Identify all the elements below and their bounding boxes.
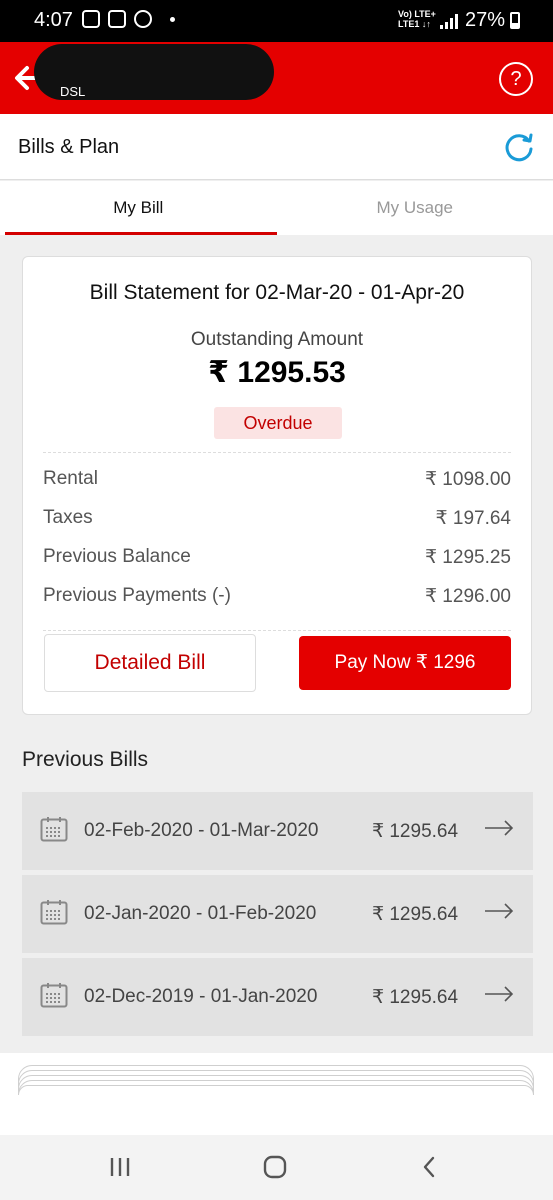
previous-bill-item[interactable]: 02-Jan-2020 - 01-Feb-2020 ₹ 1295.64 [22,875,533,953]
more-notifications-dot-icon [170,16,175,22]
previous-bill-item[interactable]: 02-Dec-2019 - 01-Jan-2020 ₹ 1295.64 [22,958,533,1036]
bill-statement-card: Bill Statement for 02-Mar-20 - 01-Apr-20… [22,256,532,715]
previous-bill-item[interactable]: 02-Feb-2020 - 01-Mar-2020 ₹ 1295.64 [22,792,533,870]
bill-row-label: Previous Balance [43,546,191,567]
previous-bill-dates: 02-Dec-2019 - 01-Jan-2020 [84,986,318,1007]
statement-title: Bill Statement for 02-Mar-20 - 01-Apr-20 [89,281,465,304]
arrow-right-icon [485,986,514,1002]
bill-row-previous-balance: Previous Balance ₹ 1295.25 [43,546,511,576]
outstanding-amount: ₹ 1295.53 [208,356,346,389]
refresh-icon[interactable] [502,130,536,164]
account-subtitle: DSL [60,84,86,99]
arrow-right-icon [485,903,514,919]
bill-row-label: Taxes [43,507,93,528]
bill-tabs: My Bill My Usage [0,181,553,235]
status-bar: 4:07 Vo) LTE+ LTE1 ↓↑ 27% [0,0,553,42]
previous-bill-amount: ₹ 1295.64 [372,987,459,1008]
divider [43,630,511,631]
network-indicator: Vo) LTE+ LTE1 ↓↑ [398,9,436,29]
app-notification-icon [134,10,152,28]
battery-icon [510,12,520,29]
twitch-notification-icon [82,10,100,28]
bill-row-label: Rental [43,468,98,489]
battery-percentage: 27% [465,9,506,31]
bill-row-value: ₹ 1296.00 [424,586,511,607]
bottom-sheet-mask [0,1095,553,1135]
section-header: Bills & Plan [0,114,553,180]
arrow-right-icon [485,820,514,836]
calendar-icon [40,900,68,925]
outstanding-label: Outstanding Amount [190,329,364,350]
previous-bill-amount: ₹ 1295.64 [372,821,459,842]
network-top-label: Vo) LTE+ [398,9,436,19]
instagram-notification-icon [108,10,126,28]
status-time: 4:07 [34,9,73,31]
calendar-icon [40,983,68,1008]
bill-row-value: ₹ 197.64 [435,508,511,529]
tab-my-bill[interactable]: My Bill [0,181,277,235]
signal-strength-icon [440,13,458,29]
previous-bill-dates: 02-Feb-2020 - 01-Mar-2020 [84,820,319,841]
bill-row-value: ₹ 1295.25 [424,547,511,568]
app-header: DSL ? [0,42,553,114]
status-badge: Overdue [214,407,342,439]
calendar-icon [40,817,68,842]
system-navigation-bar [0,1135,553,1200]
bill-row-rental: Rental ₹ 1098.00 [43,468,511,498]
section-title: Bills & Plan [18,136,120,158]
recent-apps-icon[interactable] [106,1155,134,1179]
pay-now-button[interactable]: Pay Now ₹ 1296 [299,636,511,690]
bill-row-taxes: Taxes ₹ 197.64 [43,507,511,537]
help-icon[interactable]: ? [499,62,533,96]
previous-bills-title: Previous Bills [22,748,149,771]
bill-row-value: ₹ 1098.00 [424,469,511,490]
previous-bill-amount: ₹ 1295.64 [372,904,459,925]
network-bottom-label: LTE1 ↓↑ [398,19,431,29]
divider [43,452,511,453]
previous-bill-dates: 02-Jan-2020 - 01-Feb-2020 [84,903,317,924]
back-nav-icon[interactable] [416,1155,444,1179]
bill-row-label: Previous Payments (-) [43,585,231,606]
detailed-bill-button[interactable]: Detailed Bill [44,634,256,692]
home-icon[interactable] [261,1155,289,1179]
bottom-sheet-area [0,1053,553,1135]
status-notification-icons [82,10,175,28]
tab-my-usage[interactable]: My Usage [277,181,553,235]
bill-row-previous-payments: Previous Payments (-) ₹ 1296.00 [43,585,511,615]
